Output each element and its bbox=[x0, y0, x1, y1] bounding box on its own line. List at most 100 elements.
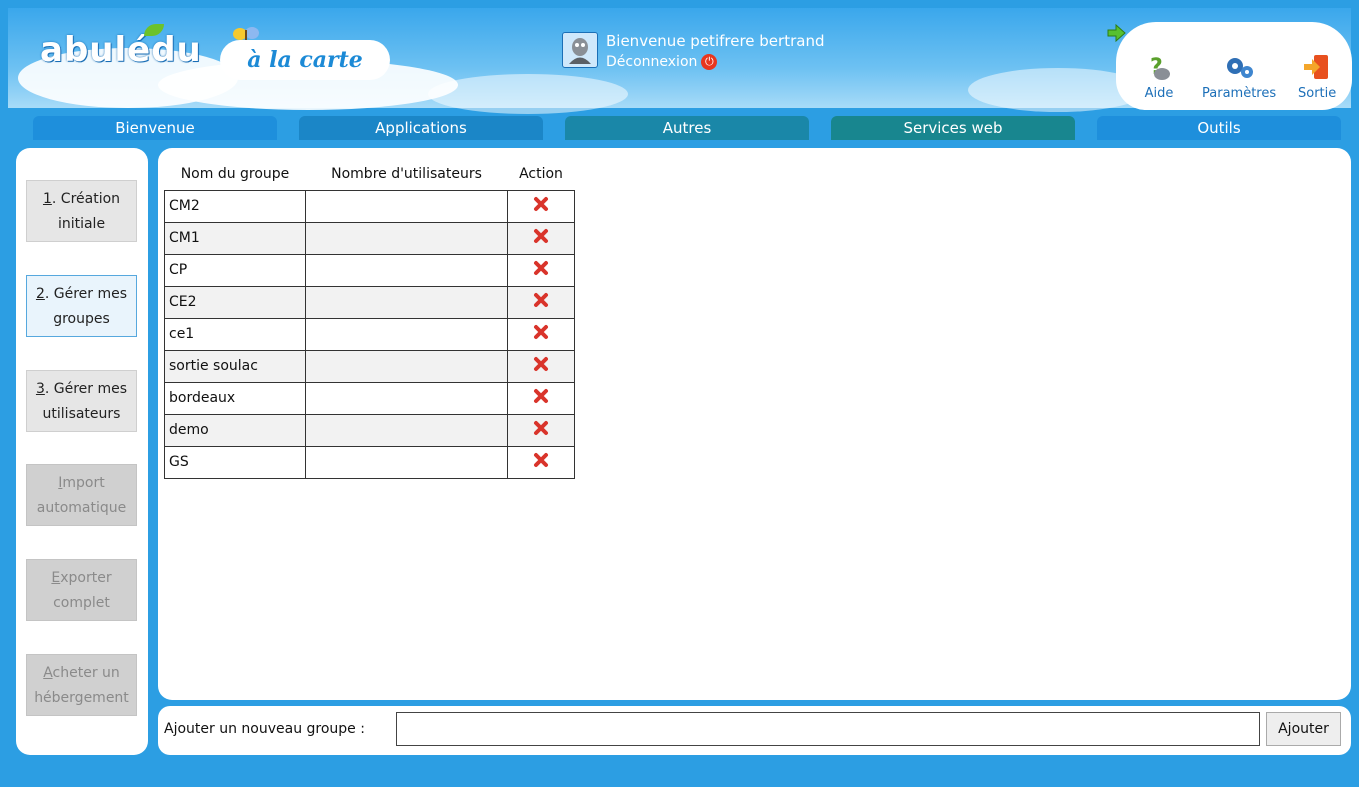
table-row: demo bbox=[164, 413, 575, 447]
avatar-icon bbox=[569, 38, 591, 64]
delete-x-icon[interactable] bbox=[533, 228, 549, 244]
user-count-cell bbox=[305, 221, 508, 255]
table-row: sortie soulac bbox=[164, 349, 575, 383]
column-header-name[interactable]: Nom du groupe bbox=[165, 158, 306, 190]
tab-outils[interactable]: Outils bbox=[1097, 116, 1341, 140]
table-row: CM2 bbox=[164, 189, 575, 223]
delete-x-icon[interactable] bbox=[533, 452, 549, 468]
sidebar: 1. Création initiale 2. Gérer mes groupe… bbox=[16, 148, 148, 755]
gears-icon bbox=[1227, 58, 1254, 78]
sidebar-item-label: . Création bbox=[51, 191, 121, 207]
group-name-cell: GS bbox=[164, 445, 306, 479]
user-count-cell bbox=[305, 381, 508, 415]
footer-bar bbox=[8, 762, 1351, 787]
user-avatar bbox=[562, 32, 598, 68]
group-name-cell: CM2 bbox=[164, 189, 306, 223]
power-icon: ⏻ bbox=[701, 54, 718, 70]
tools-panel: ? Aide Paramètres Sortie bbox=[1116, 22, 1352, 110]
user-count-cell bbox=[305, 317, 508, 351]
user-count-cell bbox=[305, 445, 508, 479]
action-cell bbox=[507, 317, 575, 351]
accesskey: 1 bbox=[42, 191, 52, 207]
action-cell bbox=[507, 413, 575, 447]
delete-x-icon[interactable] bbox=[533, 388, 549, 404]
user-block: Bienvenue petifrere bertrand Déconnexion… bbox=[562, 32, 922, 82]
settings-button[interactable]: Paramètres bbox=[1202, 52, 1276, 101]
exit-label: Sortie bbox=[1298, 86, 1337, 101]
accesskey: 3 bbox=[35, 381, 45, 397]
welcome-text: Bienvenue petifrere bertrand bbox=[606, 32, 825, 50]
group-name-cell: CE2 bbox=[164, 285, 306, 319]
logout-label: Déconnexion bbox=[606, 54, 698, 70]
action-cell bbox=[507, 189, 575, 223]
action-cell bbox=[507, 221, 575, 255]
table-row: CM1 bbox=[164, 221, 575, 255]
sidebar-item-label: hébergement bbox=[34, 690, 129, 706]
sidebar-item-label: groupes bbox=[53, 311, 110, 327]
tab-services-web[interactable]: Services web bbox=[831, 116, 1075, 140]
groups-panel: Nom du groupe Nombre d'utilisateurs Acti… bbox=[158, 148, 1351, 700]
sidebar-item-acheter-hebergement: Acheter un hébergement bbox=[26, 654, 137, 716]
sidebar-item-exporter-complet: Exporter complet bbox=[26, 559, 137, 621]
help-icon: ? bbox=[1150, 55, 1170, 80]
accesskey: E bbox=[51, 570, 61, 586]
sidebar-item-label: utilisateurs bbox=[42, 406, 121, 422]
tab-applications[interactable]: Applications bbox=[299, 116, 543, 140]
sidebar-item-label: mport bbox=[62, 475, 105, 491]
action-cell bbox=[507, 253, 575, 287]
groups-table: Nom du groupe Nombre d'utilisateurs Acti… bbox=[164, 158, 575, 479]
delete-x-icon[interactable] bbox=[533, 356, 549, 372]
user-count-cell bbox=[305, 253, 508, 287]
table-header-row: Nom du groupe Nombre d'utilisateurs Acti… bbox=[165, 158, 575, 190]
table-row: CE2 bbox=[164, 285, 575, 319]
app-header: abulédu à la carte Bienvenue petifrere b… bbox=[8, 8, 1352, 114]
logout-link[interactable]: Déconnexion ⏻ bbox=[606, 54, 718, 70]
help-label: Aide bbox=[1144, 86, 1174, 101]
accesskey: 2 bbox=[35, 286, 45, 302]
accesskey: A bbox=[43, 665, 53, 681]
delete-x-icon[interactable] bbox=[533, 260, 549, 276]
sidebar-item-label: initiale bbox=[57, 216, 106, 232]
delete-x-icon[interactable] bbox=[533, 324, 549, 340]
app-logo: abulédu bbox=[40, 30, 202, 70]
groups-table-body: CM2 CM1 CP CE2 ce1 sortie soulac bordeaux demo G… bbox=[164, 189, 575, 479]
new-group-input[interactable] bbox=[396, 712, 1260, 746]
table-row: bordeaux bbox=[164, 381, 575, 415]
table-row: ce1 bbox=[164, 317, 575, 351]
tab-bienvenue[interactable]: Bienvenue bbox=[33, 116, 277, 140]
group-name-cell: CM1 bbox=[164, 221, 306, 255]
sidebar-item-gerer-groupes[interactable]: 2. Gérer mes groupes bbox=[26, 275, 137, 337]
table-row: CP bbox=[164, 253, 575, 287]
column-header-action[interactable]: Action bbox=[508, 158, 575, 190]
delete-x-icon[interactable] bbox=[533, 420, 549, 436]
action-cell bbox=[507, 285, 575, 319]
exit-button[interactable]: Sortie bbox=[1298, 52, 1336, 101]
sidebar-item-import-automatique: Import automatique bbox=[26, 464, 137, 526]
settings-label: Paramètres bbox=[1202, 86, 1277, 101]
add-group-bar: Ajouter un nouveau groupe : Ajouter bbox=[158, 706, 1351, 755]
group-name-cell: ce1 bbox=[164, 317, 306, 351]
sidebar-item-label: complet bbox=[53, 595, 110, 611]
user-count-cell bbox=[305, 189, 508, 223]
action-cell bbox=[507, 349, 575, 383]
action-cell bbox=[507, 445, 575, 479]
main-nav: Bienvenue Applications Autres Services w… bbox=[33, 116, 1343, 140]
table-row: GS bbox=[164, 445, 575, 479]
delete-x-icon[interactable] bbox=[533, 292, 549, 308]
tab-autres[interactable]: Autres bbox=[565, 116, 809, 140]
group-name-cell: CP bbox=[164, 253, 306, 287]
action-cell bbox=[507, 381, 575, 415]
sidebar-item-creation-initiale[interactable]: 1. Création initiale bbox=[26, 180, 137, 242]
add-group-button[interactable]: Ajouter bbox=[1266, 712, 1341, 746]
sidebar-item-label: . Gérer mes bbox=[44, 286, 128, 302]
sidebar-item-label: cheter un bbox=[52, 665, 120, 681]
help-button[interactable]: ? Aide bbox=[1144, 52, 1174, 101]
user-count-cell bbox=[305, 413, 508, 447]
column-header-count[interactable]: Nombre d'utilisateurs bbox=[306, 158, 508, 190]
sidebar-item-label: automatique bbox=[36, 500, 127, 516]
sidebar-item-gerer-utilisateurs[interactable]: 3. Gérer mes utilisateurs bbox=[26, 370, 137, 432]
group-name-cell: bordeaux bbox=[164, 381, 306, 415]
delete-x-icon[interactable] bbox=[533, 196, 549, 212]
exit-icon bbox=[1304, 55, 1329, 79]
user-count-cell bbox=[305, 285, 508, 319]
